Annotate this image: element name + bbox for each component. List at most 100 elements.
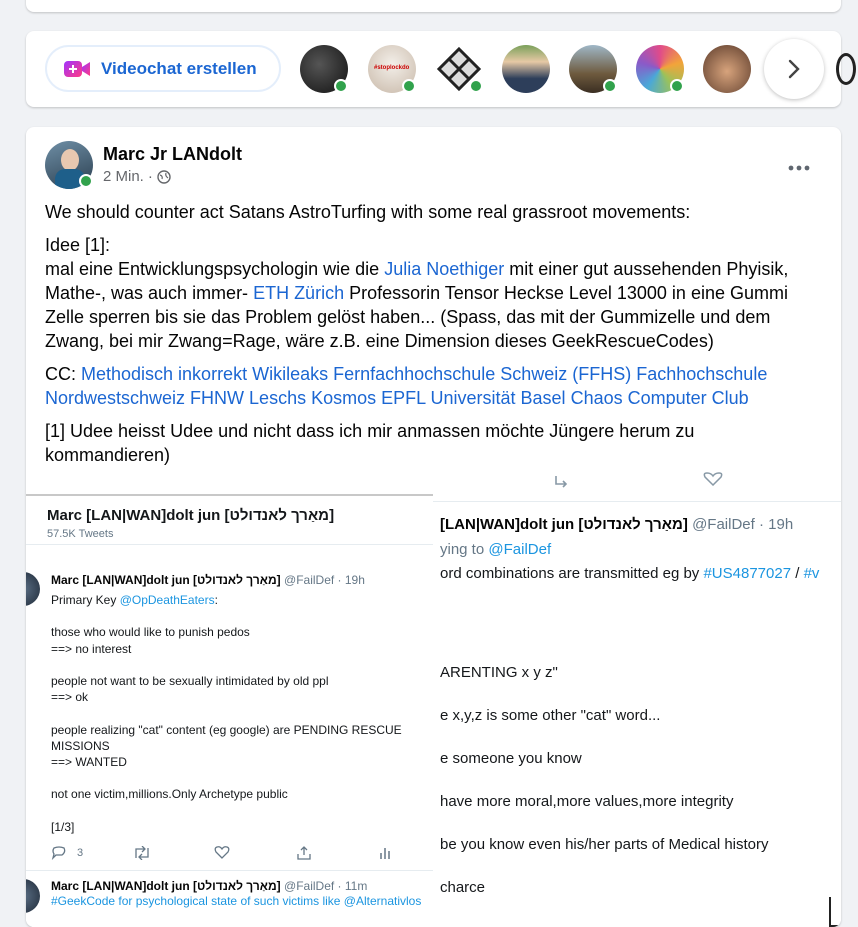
online-indicator [603,79,617,93]
next-button[interactable] [764,39,824,99]
cc-link[interactable]: EPFL [381,388,425,408]
profile-header-name: Marc [LAN|WAN]dolt jun [מאַרך לאנדולט] [47,507,335,524]
share-icon [297,846,311,860]
footnote: [1] Udee heisst Udee und nicht dass ich … [45,421,695,465]
cc-link[interactable]: Methodisch inkorrekt [81,364,247,384]
tweet-line: MISSIONS [51,738,110,753]
tweet-line: ord combinations are transmitted eg by #… [440,565,819,582]
post-line-1: We should counter act Satans AstroTurfin… [45,202,691,222]
post-body: We should counter act Satans AstroTurfin… [45,200,815,476]
reply-count: 3 [77,847,84,859]
feed-post: Marc Jr LANdolt 2 Min. · We should count… [26,127,841,927]
tweet-actions-top [433,472,841,502]
tweet-line: ==> ok [51,690,89,705]
cc-link[interactable]: Universität Basel [431,388,566,408]
more-dots-icon [788,165,810,171]
contact-avatar-7[interactable] [703,45,751,93]
corner-mark [829,897,839,927]
tweet-line: not one victim,millions.Only Archetype p… [51,787,288,802]
divider [26,870,433,871]
tweet-line: people realizing "cat" content (eg googl… [51,722,402,737]
videochat-label: Videochat erstellen [101,58,257,78]
create-videochat-button[interactable]: Videochat erstellen [45,45,281,92]
retweet-icon [555,476,568,488]
tweet-handle: @FailDef · 19h [692,516,794,533]
cc-link[interactable]: Leschs Kosmos [249,388,376,408]
video-camera-icon [64,60,90,77]
tweet-lines: ARENTING x y z" e x,y,z is some other "c… [440,651,769,909]
tweet-actions: 3 [51,846,391,862]
previous-card [26,0,841,12]
heart-icon [703,472,723,486]
replying-text: ying to [440,541,489,558]
idea-label: Idee [1]: [45,235,111,255]
mention-link: @OpDeathEaters [119,593,215,607]
tweet-text: have more moral,more values,more integri… [440,793,734,810]
tweet-header: [LAN|WAN]dolt jun [מאַרך לאנדולט] @FailD… [440,516,793,533]
tweet-line: [1/3] [51,819,75,834]
tweet-line [51,657,402,673]
tweet-preview: #GeekCode for psychological state of suc… [51,894,422,908]
tweet-text: charce [440,879,486,896]
hashtag: #US4877027 [703,565,792,582]
replying-to: ying to @FailDef [440,541,551,558]
shot-border [26,494,433,500]
tweet-text: ARENTING x y z" [440,664,558,681]
retweet-icon [135,846,149,860]
online-indicator [334,79,348,93]
online-indicator [469,79,483,93]
cc-link[interactable]: Fernfachhochschule Schweiz (FFHS) [333,364,631,384]
mention-link[interactable]: Julia Noethiger [384,259,504,279]
rooms-bar: Videochat erstellen #stoplockdo [26,31,856,107]
author-name[interactable]: Marc Jr LANdolt [103,144,242,165]
meta-separator: · [147,168,153,185]
tweet-author: Marc [LAN|WAN]dolt jun [מאַרך לאנדולט] [51,573,281,587]
cc-link[interactable]: Wikileaks [252,364,328,384]
attached-image[interactable]: [LAN|WAN]dolt jun [מאַרך לאנדולט] @FailD… [26,472,841,927]
globe-icon [157,169,171,184]
more-options-button[interactable] [788,151,810,177]
tweet-text: be you know even his/her parts of Medica… [440,836,769,853]
tweet-line [51,705,402,721]
contact-avatar-4[interactable] [502,45,550,93]
tweet-line [51,803,402,819]
tweet-author: [LAN|WAN]dolt jun [מאַרך לאנדולט] [440,516,688,533]
mention-link[interactable]: ETH Zürich [253,283,344,303]
idea-text: mal eine Entwicklungspsychologin wie die [45,259,385,279]
divider [26,544,433,545]
analytics-icon [380,848,390,859]
cc-link[interactable]: Chaos Computer Club [571,388,749,408]
tweet-count: 57.5K Tweets [47,528,114,540]
tweet-line: ==> WANTED [51,754,127,769]
tweet-handle: @FailDef · 11m [284,879,368,893]
partial-avatar [836,53,856,85]
tweet-body: Primary Key @OpDeathEaters: those who wou… [51,592,402,835]
reply-icon [51,846,66,860]
heart-icon [214,846,230,859]
tweet-line: those who would like to punish pedos [51,625,250,640]
tweet-header: Marc [LAN|WAN]dolt jun [מאַרך לאנדולט] @… [51,879,367,893]
hashtag: #v [803,565,820,582]
tweet-author: Marc [LAN|WAN]dolt jun [מאַרך לאנדולט] [51,879,281,893]
screenshot-right-part: [LAN|WAN]dolt jun [מאַרך לאנדולט] @FailD… [433,472,841,927]
tweet-text: / [791,565,804,582]
cc-label: CC: [45,364,81,384]
online-indicator [402,79,416,93]
online-indicator [670,79,684,93]
tweet-text: e x,y,z is some other "cat" word... [440,707,661,724]
author-online-indicator [79,174,93,188]
tweet-text: e someone you know [440,750,582,767]
tweet-line: Primary Key @OpDeathEaters: [51,593,218,607]
tweet-line: people not want to be sexually intimidat… [51,673,329,688]
post-meta: 2 Min. · [103,168,171,185]
tweet-avatar [26,879,40,913]
tweet-line [51,770,402,786]
cc-line: CC: Methodisch inkorrekt Wikileaks Fernf… [45,362,815,410]
tweet-text: ord combinations are transmitted eg by [440,565,704,582]
tweet-header: Marc [LAN|WAN]dolt jun [מאַרך לאנדולט] @… [51,573,365,587]
replying-link: @FailDef [488,541,552,558]
chevron-right-icon [788,59,800,79]
post-time[interactable]: 2 Min. [103,168,144,185]
post-idea: Idee [1]: mal eine Entwicklungspsycholog… [45,233,815,353]
tweet-avatar [26,572,40,606]
